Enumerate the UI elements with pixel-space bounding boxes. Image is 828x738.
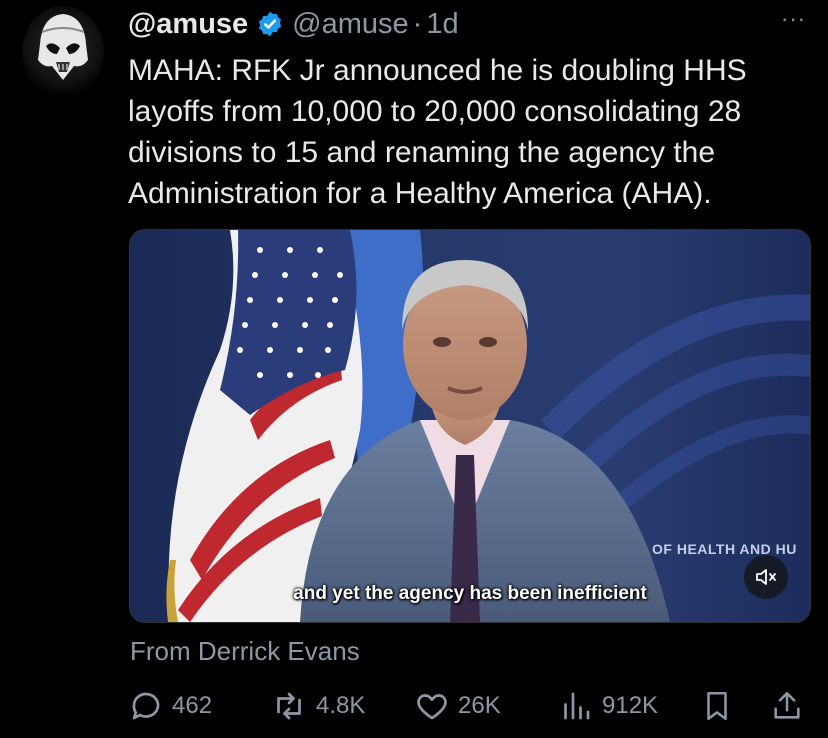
handle[interactable]: @amuse: [292, 8, 408, 41]
post-header: @amuse @amuse · 1d: [128, 4, 808, 44]
verified-badge-icon: [256, 10, 284, 38]
avatar[interactable]: [22, 6, 104, 98]
video-subtitle: and yet the agency has been inefficient: [293, 583, 647, 604]
stormtrooper-avatar-image: [38, 14, 88, 80]
video-frame: [166, 230, 810, 622]
reply-icon: [132, 692, 160, 720]
views-count: 912K: [602, 692, 659, 719]
like-button[interactable]: 26K: [414, 688, 501, 724]
media-attribution[interactable]: From Derrick Evans: [130, 636, 360, 667]
like-icon: [417, 694, 447, 720]
separator-dot: ·: [412, 7, 423, 40]
repost-count: 4.8K: [316, 692, 366, 719]
reply-button[interactable]: 462: [128, 688, 212, 724]
share-icon: [774, 691, 800, 719]
display-name[interactable]: @amuse: [128, 8, 248, 41]
post-text: MAHA: RFK Jr announced he is doubling HH…: [128, 54, 747, 210]
share-button[interactable]: [770, 688, 812, 724]
action-bar: 462 4.8K 26K 912K: [128, 688, 808, 724]
mute-icon[interactable]: [744, 555, 788, 599]
video-background-text: OF HEALTH AND HU: [652, 541, 797, 557]
repost-icon: [277, 692, 301, 720]
bookmark-icon: [707, 691, 727, 721]
like-count: 26K: [458, 692, 501, 719]
reply-count: 462: [172, 692, 213, 719]
bookmark-button[interactable]: [700, 688, 742, 724]
repost-button[interactable]: 4.8K: [270, 688, 365, 724]
timestamp[interactable]: 1d: [426, 8, 458, 41]
views-button[interactable]: 912K: [558, 688, 658, 724]
views-icon: [564, 692, 590, 720]
more-icon[interactable]: ···: [781, 6, 806, 32]
video-player[interactable]: OF HEALTH AND HU and yet the agency has …: [129, 229, 811, 623]
